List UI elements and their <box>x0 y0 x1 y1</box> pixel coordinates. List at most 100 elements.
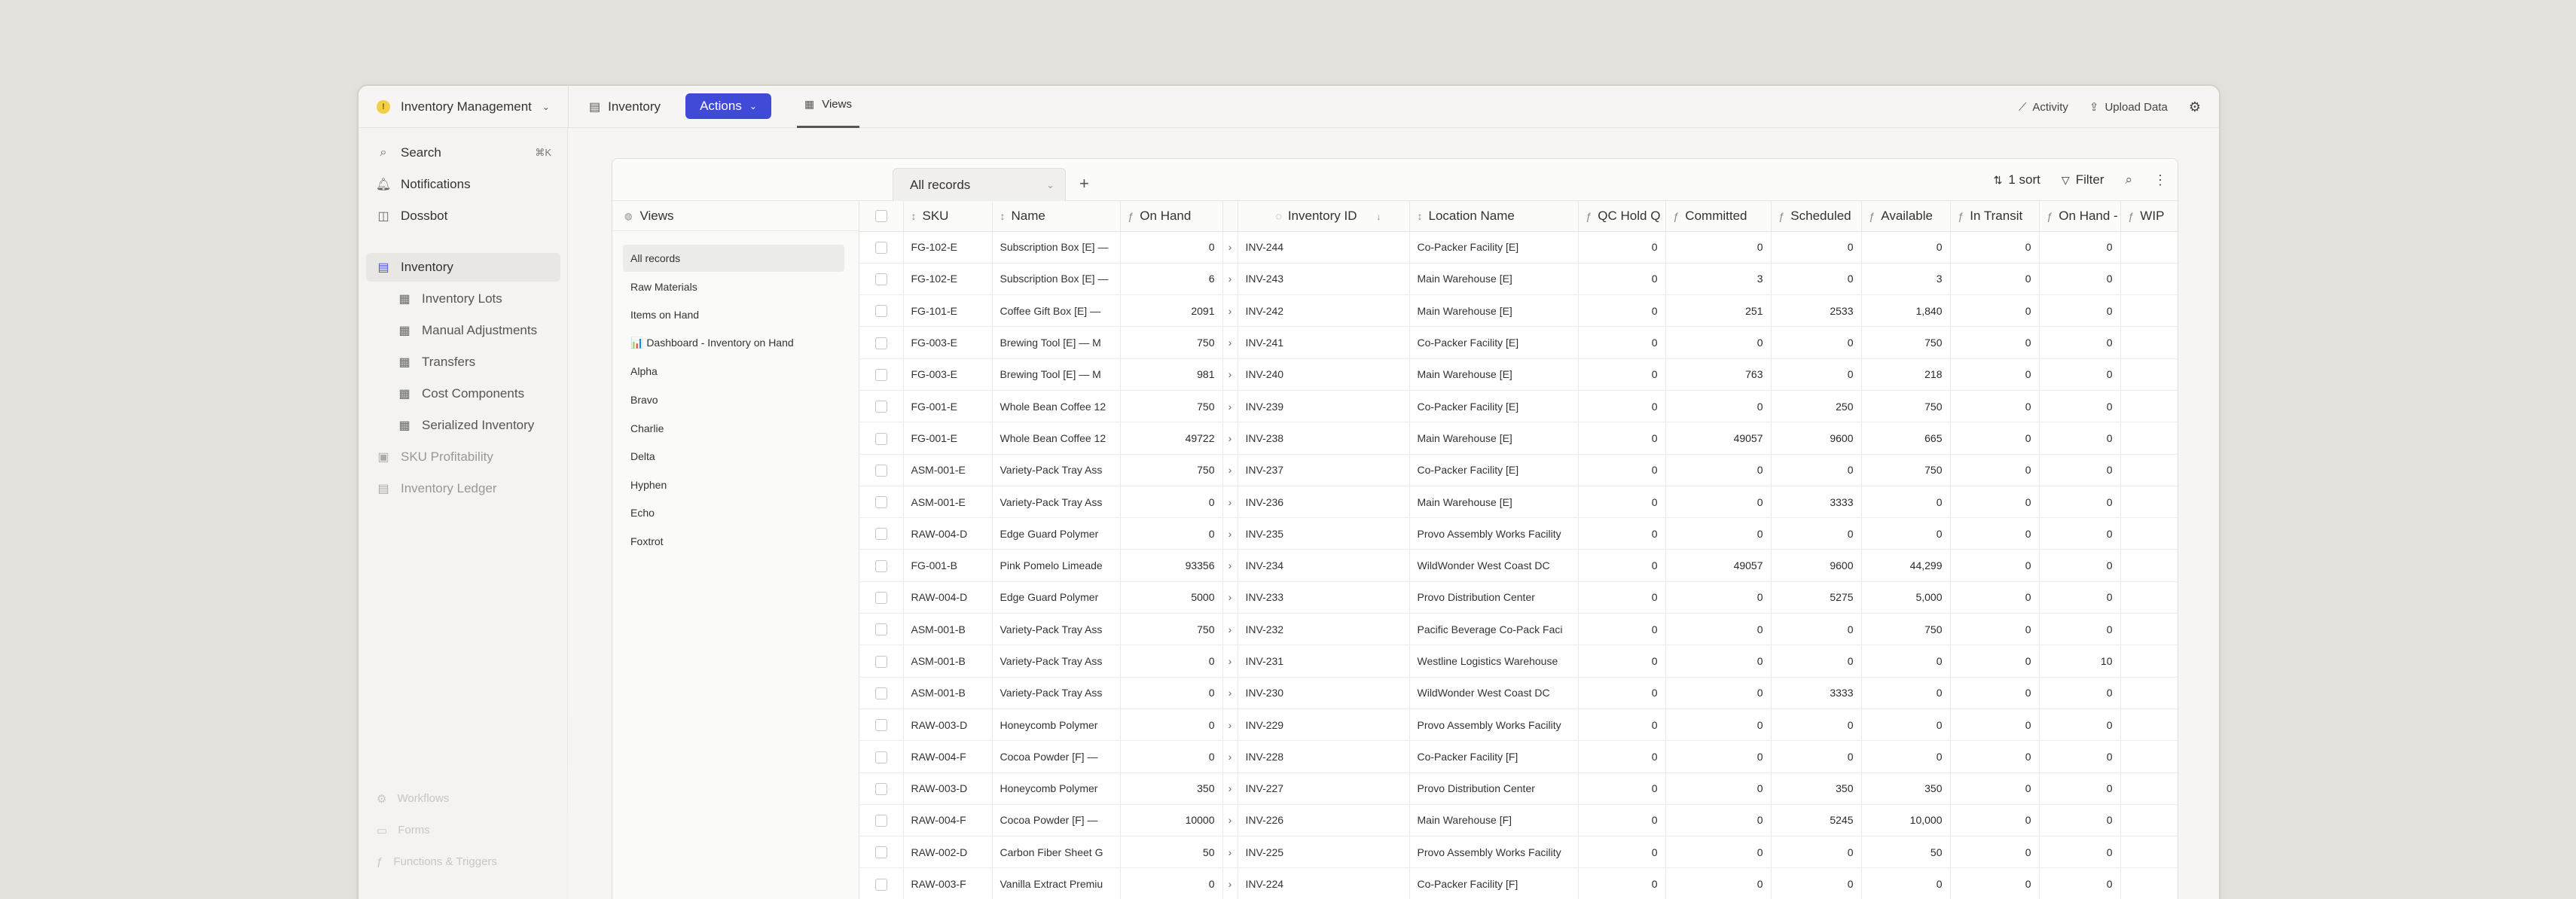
table-cell[interactable]: 0 <box>1665 486 1772 519</box>
column-header-in-transit[interactable]: ƒ In Transit <box>1950 201 2040 232</box>
table-cell[interactable]: Westline Logistics Warehouse <box>1409 645 1579 678</box>
table-cell[interactable]: 0 <box>1950 549 2040 582</box>
table-cell[interactable]: 0 <box>1665 677 1772 709</box>
row-checkbox[interactable] <box>859 867 904 899</box>
view-item[interactable]: Alpha <box>623 358 844 385</box>
table-cell[interactable]: 0 <box>1578 740 1666 773</box>
table-cell[interactable]: 0 <box>1120 740 1223 773</box>
table-cell[interactable]: 0 <box>1578 804 1666 837</box>
table-cell[interactable]: 0 <box>1578 677 1666 709</box>
column-header-on-hand-minus[interactable]: ƒ On Hand - <box>2039 201 2121 232</box>
chevron-right-icon[interactable]: › <box>1222 454 1238 486</box>
view-item[interactable]: Items on Hand <box>623 301 844 328</box>
upload-data-button[interactable]: ⇪ Upload Data <box>2089 100 2168 114</box>
table-cell[interactable]: FG-001-E <box>903 422 993 455</box>
table-cell[interactable]: INV-243 <box>1238 263 1410 296</box>
table-cell[interactable]: 0 <box>1578 454 1666 486</box>
table-cell[interactable] <box>2120 677 2178 709</box>
row-checkbox[interactable] <box>859 422 904 455</box>
row-checkbox[interactable] <box>859 390 904 423</box>
table-cell[interactable]: 0 <box>1771 645 1862 678</box>
chevron-right-icon[interactable]: › <box>1222 549 1238 582</box>
table-cell[interactable]: 0 <box>1578 836 1666 869</box>
table-cell[interactable]: 0 <box>1578 709 1666 742</box>
table-cell[interactable]: 0 <box>2039 613 2121 646</box>
table-cell[interactable]: 0 <box>1950 804 2040 837</box>
table-cell[interactable]: Provo Assembly Works Facility <box>1409 517 1579 550</box>
view-item[interactable]: Foxtrot <box>623 528 844 555</box>
more-vertical-icon[interactable]: ⋮ <box>2153 172 2167 188</box>
table-cell[interactable]: FG-001-B <box>903 549 993 582</box>
table-cell[interactable]: 0 <box>1771 454 1862 486</box>
table-cell[interactable]: 3 <box>1665 263 1772 296</box>
sidebar-item-sku-profitability[interactable]: ▣ SKU Profitability <box>366 443 560 471</box>
table-cell[interactable]: 0 <box>2039 390 2121 423</box>
table-row[interactable]: RAW-004-D Edge Guard Polymer 5000 › INV-233 P… <box>859 581 2178 614</box>
select-all-checkbox[interactable] <box>859 201 904 232</box>
table-cell[interactable] <box>2120 773 2178 805</box>
table-cell[interactable]: Carbon Fiber Sheet G <box>992 836 1121 869</box>
table-cell[interactable]: 350 <box>1120 773 1223 805</box>
row-checkbox[interactable] <box>859 773 904 805</box>
table-cell[interactable]: Whole Bean Coffee 12 <box>992 390 1121 423</box>
table-cell[interactable]: 0 <box>1665 231 1772 264</box>
table-cell[interactable]: 0 <box>2039 581 2121 614</box>
sort-button[interactable]: ⇅ 1 sort <box>1994 172 2040 187</box>
table-cell[interactable]: 0 <box>1771 709 1862 742</box>
table-cell[interactable]: 0 <box>1950 294 2040 328</box>
table-cell[interactable]: Pacific Beverage Co-Pack Faci <box>1409 613 1579 646</box>
table-cell[interactable]: 350 <box>1771 773 1862 805</box>
table-cell[interactable]: 0 <box>1120 486 1223 519</box>
row-checkbox[interactable] <box>859 294 904 328</box>
sidebar-notifications[interactable]: 🔔︎ Notifications <box>366 170 560 199</box>
table-cell[interactable]: Cocoa Powder [F] — <box>992 804 1121 837</box>
table-cell[interactable]: 10000 <box>1120 804 1223 837</box>
table-cell[interactable]: Subscription Box [E] — <box>992 231 1121 264</box>
table-cell[interactable]: ASM-001-B <box>903 613 993 646</box>
table-cell[interactable]: 0 <box>1771 867 1862 899</box>
table-cell[interactable]: 0 <box>1861 517 1951 550</box>
table-cell[interactable]: Main Warehouse [E] <box>1409 263 1579 296</box>
table-cell[interactable]: 5000 <box>1120 581 1223 614</box>
table-cell[interactable]: 10,000 <box>1861 804 1951 837</box>
table-cell[interactable] <box>2120 836 2178 869</box>
table-cell[interactable]: 0 <box>1950 326 2040 359</box>
table-cell[interactable]: 49722 <box>1120 422 1223 455</box>
table-cell[interactable]: 5275 <box>1771 581 1862 614</box>
column-header-qc-hold[interactable]: ƒ QC Hold Q <box>1578 201 1666 232</box>
table-cell[interactable]: 750 <box>1861 454 1951 486</box>
table-cell[interactable]: 750 <box>1861 613 1951 646</box>
table-cell[interactable]: INV-242 <box>1238 294 1410 328</box>
table-cell[interactable]: 0 <box>1665 645 1772 678</box>
table-cell[interactable]: FG-102-E <box>903 263 993 296</box>
view-item[interactable]: 📊 Dashboard - Inventory on Hand <box>623 330 844 357</box>
table-cell[interactable]: 0 <box>1120 867 1223 899</box>
table-row[interactable]: FG-001-E Whole Bean Coffee 12 49722 › INV-23… <box>859 422 2178 455</box>
table-cell[interactable]: Main Warehouse [E] <box>1409 422 1579 455</box>
table-cell[interactable]: FG-003-E <box>903 326 993 359</box>
table-cell[interactable]: 0 <box>1665 613 1772 646</box>
table-row[interactable]: RAW-003-D Honeycomb Polymer 350 › INV-227 Pro… <box>859 773 2178 805</box>
table-cell[interactable]: 0 <box>1950 231 2040 264</box>
table-row[interactable]: RAW-002-D Carbon Fiber Sheet G 50 › INV-225 P… <box>859 836 2178 869</box>
table-cell[interactable]: 0 <box>2039 867 2121 899</box>
table-cell[interactable]: Edge Guard Polymer <box>992 581 1121 614</box>
chevron-right-icon[interactable]: › <box>1222 358 1238 391</box>
table-cell[interactable]: 0 <box>1950 709 2040 742</box>
column-header-wip[interactable]: ƒ WIP <box>2120 201 2178 232</box>
table-cell[interactable]: 0 <box>1665 773 1772 805</box>
table-cell[interactable]: INV-230 <box>1238 677 1410 709</box>
table-cell[interactable]: Provo Distribution Center <box>1409 581 1579 614</box>
table-cell[interactable]: 0 <box>1861 709 1951 742</box>
table-cell[interactable]: 0 <box>1771 740 1862 773</box>
table-cell[interactable] <box>2120 804 2178 837</box>
row-checkbox[interactable] <box>859 326 904 359</box>
table-cell[interactable]: Co-Packer Facility [E] <box>1409 390 1579 423</box>
table-cell[interactable]: 0 <box>1665 709 1772 742</box>
sidebar-item-serialized-inventory[interactable]: ▦ Serialized Inventory <box>366 411 560 440</box>
chevron-right-icon[interactable]: › <box>1222 836 1238 869</box>
sidebar-item-transfers[interactable]: ▦ Transfers <box>366 348 560 376</box>
chevron-right-icon[interactable]: › <box>1222 709 1238 742</box>
table-cell[interactable]: 0 <box>2039 773 2121 805</box>
table-cell[interactable]: 9600 <box>1771 549 1862 582</box>
